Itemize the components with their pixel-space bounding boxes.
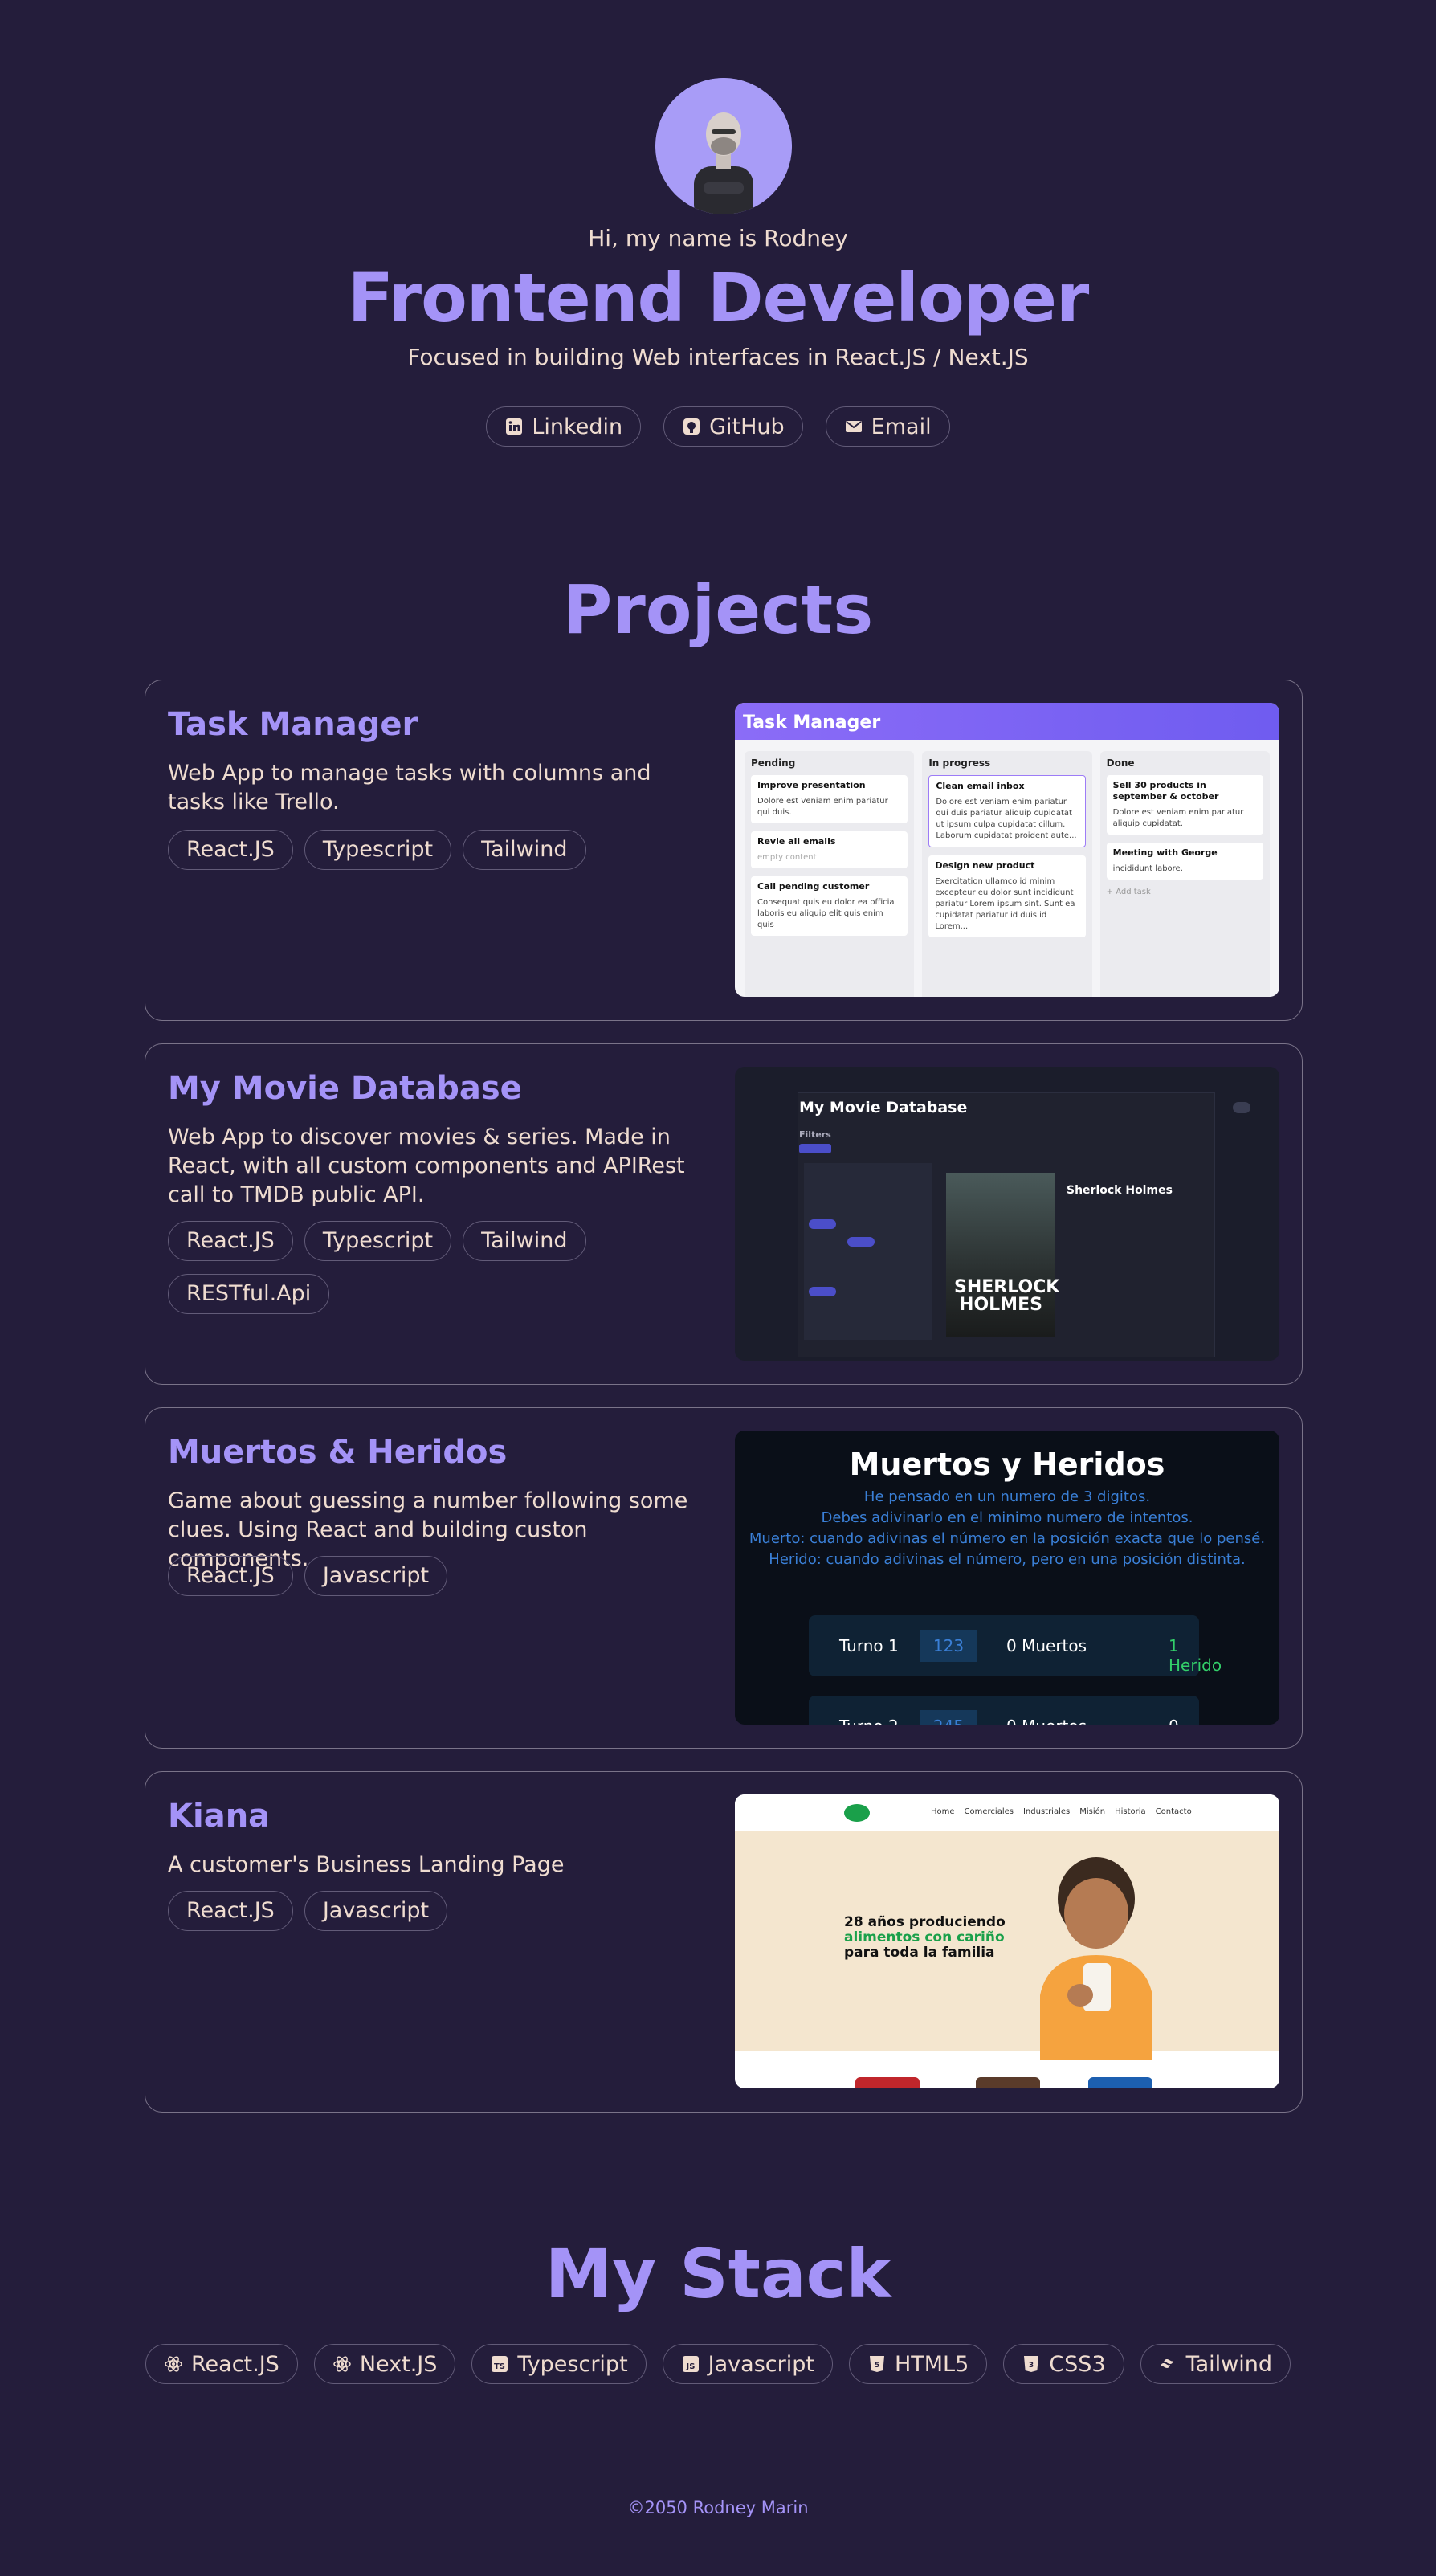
svg-text:5: 5 — [875, 2362, 879, 2370]
tag: Typescript — [304, 830, 452, 870]
tag: Tailwind — [463, 1221, 586, 1261]
html5-icon: 5 — [867, 2354, 887, 2374]
tag: Javascript — [304, 1556, 448, 1596]
svg-text:3: 3 — [1029, 2362, 1034, 2370]
turn-row: Turno 1 123 0 Muertos 1 Herido — [809, 1615, 1222, 1676]
project-title: Kiana — [168, 1798, 271, 1835]
project-description: Web App to manage tasks with columns and… — [168, 761, 651, 814]
tailwind-icon — [1159, 2354, 1178, 2374]
stack-item: Next.JS — [313, 2344, 456, 2384]
project-tags: React.JS Javascript — [168, 1556, 714, 1596]
tag: Javascript — [304, 1891, 448, 1931]
preview-column: Pending Improve presentation Dolore est v… — [745, 751, 915, 997]
preview-column: In progress Clean email inbox Dolore est … — [922, 751, 1092, 997]
preview-app-title: Task Manager — [735, 703, 1279, 740]
linkedin-link[interactable]: Linkedin — [486, 406, 642, 447]
linkedin-label: Linkedin — [532, 414, 623, 439]
mail-icon — [844, 417, 863, 436]
project-screenshot[interactable]: Task Manager Pending Improve presentatio… — [735, 703, 1279, 997]
movie-title: Sherlock Holmes — [1067, 1184, 1173, 1197]
svg-text:JS: JS — [685, 2362, 695, 2371]
tag: React.JS — [168, 1221, 293, 1261]
react-icon — [332, 2354, 352, 2374]
tag: React.JS — [168, 1891, 293, 1931]
preview-app-title: Muertos y Heridos — [849, 1447, 1165, 1482]
stack-item: TS Typescript — [471, 2344, 647, 2384]
project-card-task-manager[interactable]: Task Manager Web App to manage tasks wit… — [145, 680, 1303, 1021]
email-link[interactable]: Email — [825, 406, 950, 447]
javascript-icon: JS — [681, 2354, 700, 2374]
project-screenshot[interactable]: Muertos y Heridos He pensado en un numer… — [735, 1431, 1279, 1725]
hero-child-image — [1040, 1857, 1152, 2060]
project-description: Web App to discover movies & series. Mad… — [168, 1125, 685, 1207]
movie-poster: SHERLOCK HOLMES — [946, 1173, 1059, 1337]
project-description: A customer's Business Landing Page — [168, 1852, 565, 1877]
preview-headline: 28 años produciendo alimentos con cariño… — [844, 1914, 1006, 1961]
tag: RESTful.Api — [168, 1274, 330, 1314]
kiana-logo — [844, 1804, 870, 1822]
tag: React.JS — [168, 1556, 293, 1596]
preview-instructions: He pensado en un numero de 3 digitos. De… — [749, 1488, 1266, 1568]
stack-title: My Stack — [545, 2235, 891, 2313]
tagline: Focused in building Web interfaces in Re… — [407, 344, 1029, 370]
tag: React.JS — [168, 830, 293, 870]
project-card-muertos-heridos[interactable]: Muertos & Heridos Game about guessing a … — [145, 1407, 1303, 1749]
preview-nav: Home Comerciales Industriales Misión His… — [931, 1807, 1192, 1816]
css3-icon: 3 — [1022, 2354, 1041, 2374]
project-title: Task Manager — [168, 706, 418, 743]
project-tags: React.JS Typescript Tailwind — [168, 830, 714, 870]
github-icon — [682, 417, 701, 436]
footer-copyright: ©2050 Rodney Marin — [627, 2498, 809, 2517]
email-label: Email — [871, 414, 932, 439]
svg-text:TS: TS — [494, 2362, 505, 2371]
projects-title: Projects — [562, 570, 874, 649]
project-screenshot[interactable]: My Movie Database Filters SHERLOCK HOLME… — [735, 1067, 1279, 1361]
turn-row: Turno 2 245 0 Muertos 0 Heridos — [809, 1696, 1199, 1725]
stack-item: JS Javascript — [662, 2344, 833, 2384]
profile-avatar — [655, 78, 792, 214]
stack-item: 3 CSS3 — [1003, 2344, 1124, 2384]
headline: Frontend Developer — [347, 259, 1090, 337]
project-title: My Movie Database — [168, 1070, 522, 1107]
stack-item: React.JS — [145, 2344, 298, 2384]
preview-column: Done Sell 30 products in september & oct… — [1099, 751, 1270, 997]
project-card-movie-database[interactable]: My Movie Database Web App to discover mo… — [145, 1043, 1303, 1385]
project-tags: React.JS Javascript — [168, 1891, 714, 1931]
tag: Tailwind — [463, 830, 586, 870]
react-icon — [164, 2354, 183, 2374]
preview-app-title: My Movie Database — [799, 1099, 968, 1117]
stack-item: 5 HTML5 — [848, 2344, 988, 2384]
greeting: Hi, my name is Rodney — [588, 225, 848, 251]
linkedin-icon — [504, 417, 524, 436]
project-title: Muertos & Heridos — [168, 1434, 508, 1471]
tag: Typescript — [304, 1221, 452, 1261]
social-links: Linkedin GitHub Email — [0, 406, 1436, 447]
project-tags: React.JS Typescript Tailwind RESTful.Api — [168, 1221, 714, 1314]
typescript-icon: TS — [490, 2354, 509, 2374]
project-screenshot[interactable]: Home Comerciales Industriales Misión His… — [735, 1794, 1279, 2088]
github-link[interactable]: GitHub — [663, 406, 803, 447]
github-label: GitHub — [709, 414, 785, 439]
stack-list: React.JS Next.JS TS Typescript JS Javasc… — [0, 2344, 1436, 2384]
project-card-kiana[interactable]: Kiana A customer's Business Landing Page… — [145, 1771, 1303, 2113]
stack-item: Tailwind — [1140, 2344, 1291, 2384]
